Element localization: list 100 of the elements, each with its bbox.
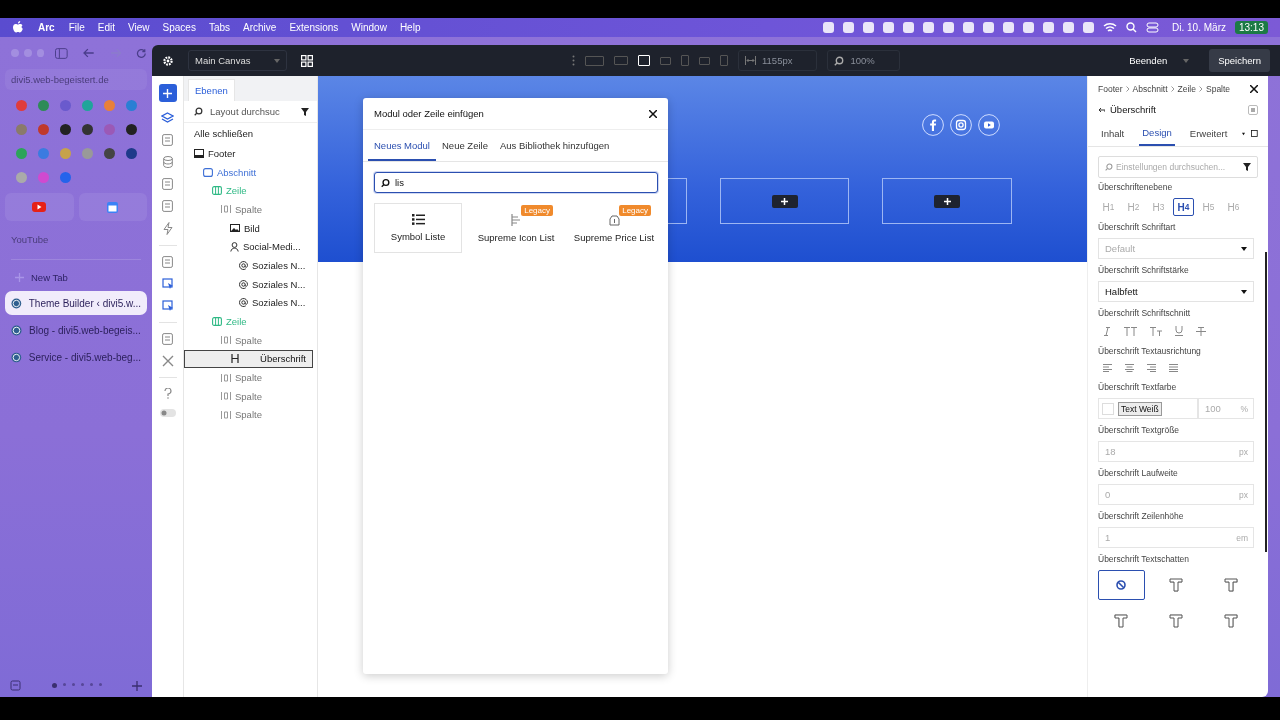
reload-icon[interactable] <box>136 47 147 59</box>
settings-icon[interactable] <box>162 54 174 67</box>
site-icon[interactable] <box>125 124 137 135</box>
module-card[interactable]: Legacy Supreme Icon List <box>472 203 560 253</box>
layout-icon[interactable] <box>162 333 173 345</box>
status-icon[interactable] <box>943 22 955 33</box>
menu-item[interactable]: Edit <box>97 22 116 33</box>
align-left-icon[interactable] <box>1103 364 1112 372</box>
exit-button[interactable]: Beenden <box>1123 51 1196 70</box>
layer-item[interactable]: Abschnitt <box>184 162 317 182</box>
module-card[interactable]: Legacy Supreme Price List <box>570 203 658 253</box>
layer-item[interactable]: Überschrift <box>184 349 313 369</box>
search-icon[interactable] <box>1126 22 1138 33</box>
layer-item[interactable]: Soziales N... <box>184 293 317 313</box>
database-icon[interactable] <box>162 156 173 168</box>
control-center-icon[interactable] <box>1146 22 1160 33</box>
copy-icon[interactable] <box>162 200 173 212</box>
close-icon[interactable] <box>649 109 657 118</box>
menu-item[interactable]: Extensions <box>289 22 339 33</box>
add-button[interactable] <box>158 84 177 102</box>
sliders-icon[interactable] <box>162 256 173 268</box>
layer-item[interactable]: Soziales N... <box>184 256 317 275</box>
new-tab-button[interactable]: New Tab <box>5 260 147 291</box>
page-cursor-icon[interactable] <box>161 278 174 290</box>
archive-icon[interactable] <box>10 680 21 691</box>
layer-item[interactable]: Spalte <box>184 386 317 406</box>
save-button[interactable]: Speichern <box>1209 49 1270 72</box>
breadcrumb-link[interactable]: Footer <box>1098 84 1123 94</box>
zoom-field[interactable]: 100% <box>827 50 900 71</box>
layer-item[interactable]: Spalte <box>184 330 317 350</box>
status-icon[interactable] <box>923 22 935 33</box>
sidebar-toggle-icon[interactable] <box>55 47 68 59</box>
layer-item[interactable]: Footer <box>184 144 317 163</box>
layer-item[interactable]: Soziales N... <box>184 274 317 294</box>
browser-tab[interactable]: Blog - divi5.web-begeis... <box>5 318 147 342</box>
apple-icon[interactable] <box>12 21 24 34</box>
youtube-icon[interactable] <box>978 114 1000 136</box>
align-right-icon[interactable] <box>1147 364 1156 372</box>
status-icon[interactable] <box>1083 22 1095 33</box>
empty-column[interactable] <box>882 178 1012 224</box>
instagram-icon[interactable] <box>950 114 972 136</box>
filter-icon[interactable] <box>301 107 309 116</box>
width-field[interactable]: 1155px <box>738 50 818 71</box>
strikethrough-icon[interactable] <box>1196 326 1206 336</box>
layer-item[interactable]: Bild <box>184 218 317 238</box>
menu-item[interactable]: Spaces <box>162 22 196 33</box>
menu-item[interactable]: Window <box>351 22 387 33</box>
italic-icon[interactable] <box>1103 326 1111 336</box>
settings-tab[interactable]: Erweitert <box>1186 122 1231 145</box>
status-icon[interactable] <box>1043 22 1055 33</box>
menu-item[interactable]: Archive <box>243 22 277 33</box>
tools-icon[interactable] <box>161 355 174 367</box>
module-card[interactable]: Symbol Liste <box>374 203 462 253</box>
browser-tab[interactable]: Service - divi5.web-beg... <box>5 345 147 369</box>
facebook-icon[interactable] <box>922 114 944 136</box>
module-search-field[interactable]: lis <box>374 172 658 193</box>
breadcrumb-link[interactable]: Abschnitt <box>1132 84 1168 94</box>
breadcrumb-link[interactable]: Zeile <box>1177 84 1196 94</box>
pinned-tab[interactable] <box>78 193 147 221</box>
status-icon[interactable] <box>983 22 995 33</box>
status-icon[interactable] <box>883 22 895 33</box>
pages-icon[interactable] <box>162 134 173 146</box>
layers-icon[interactable] <box>161 112 174 124</box>
layer-search-field[interactable]: Layout durchsuc <box>210 106 294 117</box>
collapse-all-link[interactable]: Alle schließen <box>184 123 317 144</box>
breadcrumb-link[interactable]: Spalte <box>1206 84 1231 94</box>
status-icon[interactable] <box>1003 22 1015 33</box>
plus-icon[interactable] <box>132 680 142 691</box>
add-module-button[interactable] <box>934 194 961 208</box>
settings-tab[interactable]: Design <box>1139 121 1175 146</box>
status-icon[interactable] <box>963 22 975 33</box>
align-center-icon[interactable] <box>1125 364 1134 372</box>
caret-icon[interactable] <box>1242 131 1246 136</box>
options-icon[interactable] <box>1248 104 1258 115</box>
status-icon[interactable] <box>903 22 915 33</box>
layer-item[interactable]: Spalte <box>184 368 317 387</box>
site-icon[interactable] <box>103 148 115 159</box>
back-arrow-icon[interactable] <box>83 48 95 58</box>
layer-item[interactable]: Spalte <box>184 405 317 425</box>
status-icon[interactable] <box>1023 22 1035 33</box>
toggle-icon[interactable] <box>159 409 176 417</box>
canvas-select[interactable]: Main Canvas <box>188 50 288 71</box>
layers-tab[interactable]: Ebenen <box>188 79 235 101</box>
scrollbar[interactable] <box>1265 252 1267 552</box>
wifi-icon[interactable] <box>1103 22 1118 33</box>
lightning-icon[interactable] <box>162 222 173 235</box>
layer-item[interactable]: Spalte <box>184 200 317 219</box>
status-icon[interactable] <box>823 22 835 33</box>
square-icon[interactable] <box>1251 128 1258 139</box>
space-indicator[interactable] <box>51 683 102 688</box>
site-icon[interactable] <box>125 148 137 159</box>
small-caps-icon[interactable] <box>1150 326 1162 336</box>
settings-tab[interactable]: Inhalt <box>1098 122 1128 145</box>
widget-icon[interactable] <box>162 178 173 190</box>
browser-tab[interactable]: Theme Builder ‹ divi5.w... <box>5 291 147 315</box>
menu-item[interactable]: File <box>68 22 85 33</box>
site-icon[interactable] <box>81 124 93 135</box>
dialog-tab[interactable]: Neue Zeile <box>436 130 494 161</box>
dialog-tab[interactable]: Aus Bibliothek hinzufügen <box>493 130 616 161</box>
uppercase-icon[interactable] <box>1124 326 1137 336</box>
